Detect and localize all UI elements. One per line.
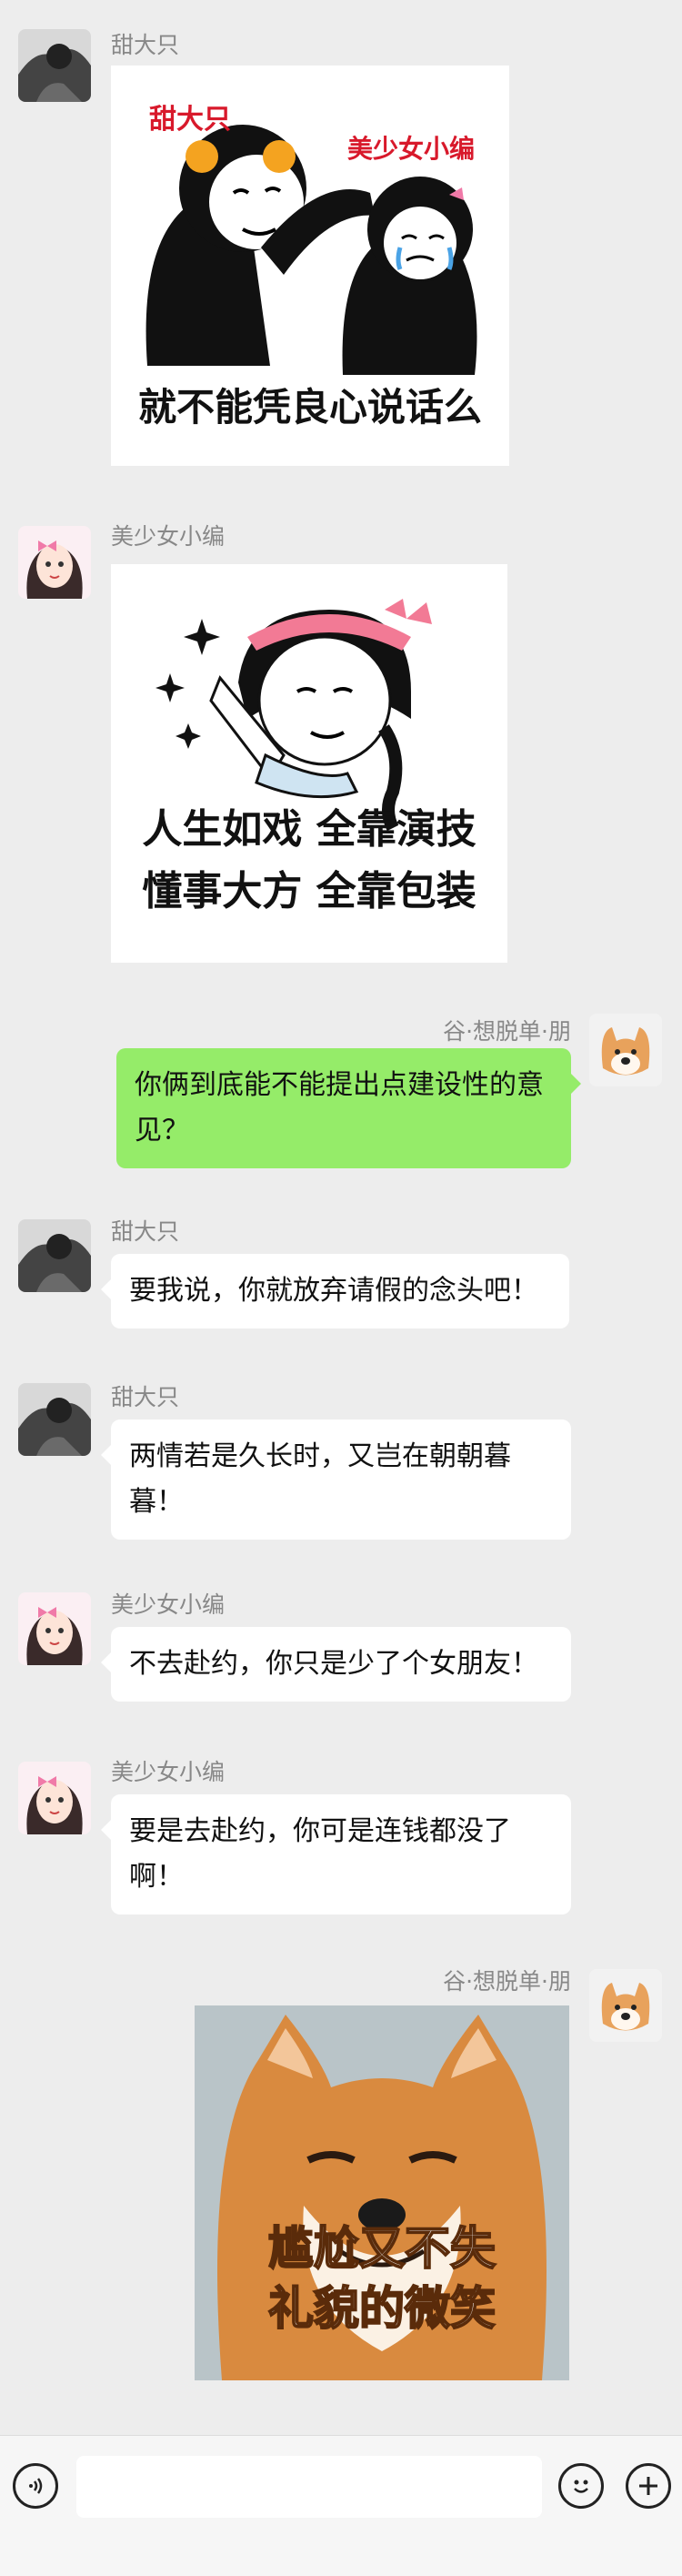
avatar-meishaonv[interactable] xyxy=(18,1592,91,1665)
input-bar xyxy=(0,2435,682,2576)
avatar-gu[interactable] xyxy=(589,1969,662,2042)
sender-name: 甜大只 xyxy=(111,32,180,58)
sticker-image[interactable]: 尴尬又不失 礼貌的微笑 xyxy=(195,2005,569,2380)
avatar-tiandazhi[interactable] xyxy=(18,1219,91,1292)
sticker-line-1: 人生如戏 全靠演技 xyxy=(142,806,476,853)
sticker-caption: 就不能凭良心说话么 xyxy=(137,385,482,429)
message-bubble[interactable]: 不去赴约，你只是少了个女朋友！ xyxy=(101,1627,571,1702)
message-input[interactable] xyxy=(76,2456,542,2518)
message-bubble[interactable]: 要是去赴约，你可是连钱都没了啊！ xyxy=(101,1794,571,1914)
message-bubble[interactable]: 两情若是久长时，又岂在朝朝暮暮！ xyxy=(101,1419,571,1540)
avatar-meishaonv[interactable] xyxy=(18,1762,91,1834)
sender-name: 谷·想脱单·朋 xyxy=(443,1018,571,1045)
message-bubble[interactable]: 你俩到底能不能提出点建设性的意见？ xyxy=(116,1048,581,1168)
sticker-line-2: 礼貌的微笑 xyxy=(267,2281,496,2336)
avatar-gu[interactable] xyxy=(589,1014,662,1086)
emoji-icon[interactable] xyxy=(558,2463,604,2509)
plus-icon[interactable] xyxy=(626,2463,671,2509)
sender-name: 美少女小编 xyxy=(111,523,226,550)
sticker-tag-right: 美少女小编 xyxy=(347,134,476,164)
voice-icon[interactable] xyxy=(13,2463,58,2509)
avatar-tiandazhi[interactable] xyxy=(18,29,91,102)
sticker-image[interactable]: 甜大只 美少女小编 就不能凭良心说话么 xyxy=(111,66,509,466)
message-bubble[interactable]: 要我说，你就放弃请假的念头吧！ xyxy=(101,1254,569,1328)
sender-name: 甜大只 xyxy=(111,1384,180,1410)
sticker-line-2: 懂事大方 全靠包装 xyxy=(142,868,476,914)
avatar-tiandazhi[interactable] xyxy=(18,1383,91,1456)
sticker-line-1: 尴尬又不失 xyxy=(267,2221,496,2276)
sender-name: 美少女小编 xyxy=(111,1759,226,1785)
sender-name: 谷·想脱单·朋 xyxy=(443,1968,571,1995)
sender-name: 美少女小编 xyxy=(111,1591,226,1618)
sticker-tag-left: 甜大只 xyxy=(149,104,231,136)
sender-name: 甜大只 xyxy=(111,1218,180,1245)
sticker-image[interactable]: 人生如戏 全靠演技 懂事大方 全靠包装 xyxy=(111,564,507,963)
avatar-meishaonv[interactable] xyxy=(18,526,91,599)
